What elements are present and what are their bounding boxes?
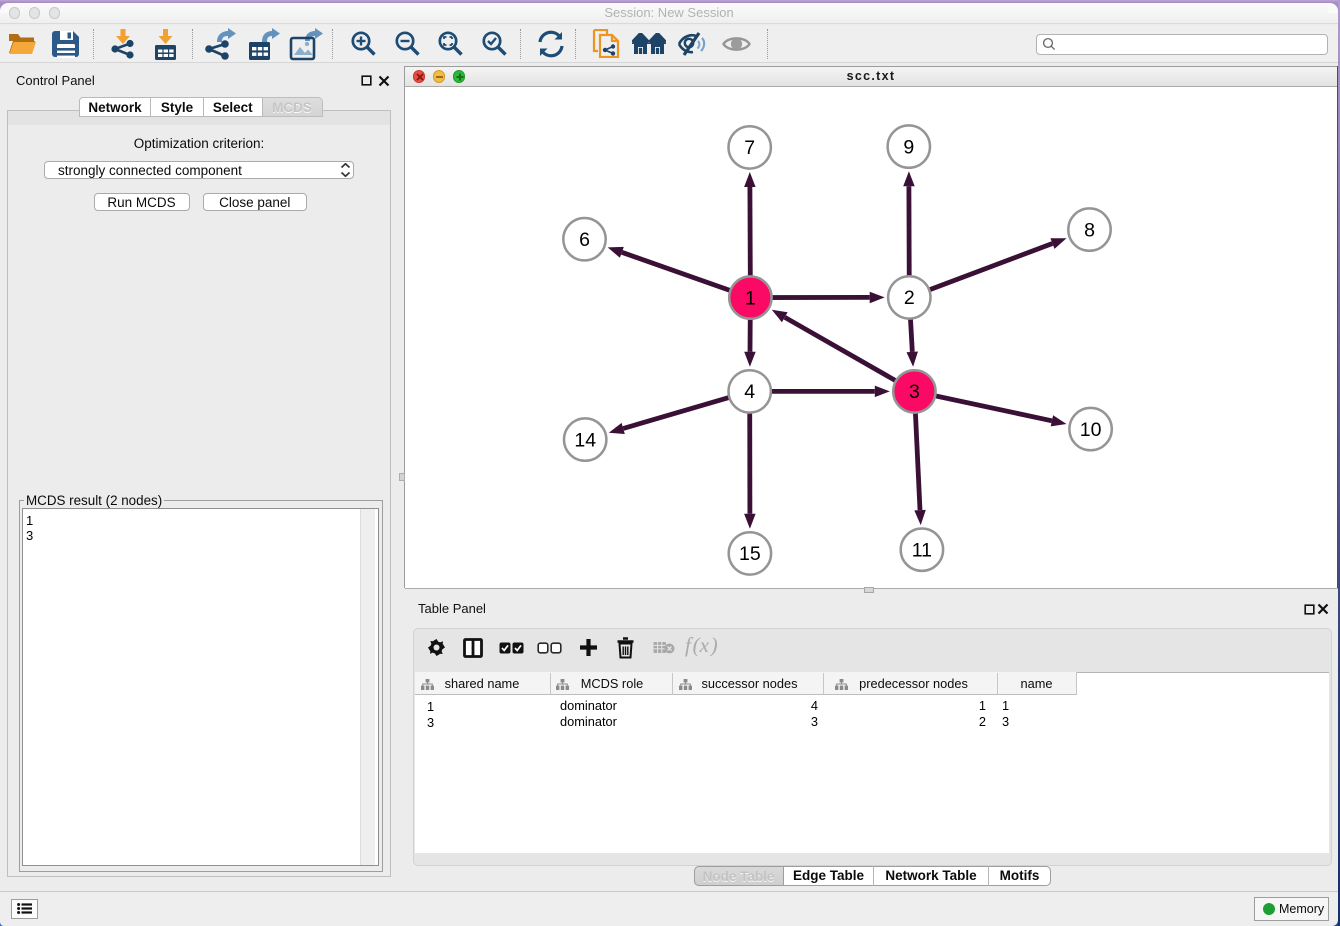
svg-text:10: 10: [1080, 418, 1102, 440]
svg-text:11: 11: [912, 539, 932, 561]
svg-text:15: 15: [739, 543, 761, 565]
svg-text:6: 6: [579, 229, 590, 251]
svg-text:14: 14: [574, 429, 596, 451]
svg-text:2: 2: [904, 287, 915, 309]
svg-text:1: 1: [745, 287, 756, 309]
svg-text:7: 7: [744, 137, 755, 159]
svg-text:4: 4: [744, 381, 755, 403]
svg-text:9: 9: [903, 136, 914, 158]
svg-text:8: 8: [1084, 219, 1095, 241]
svg-text:3: 3: [909, 381, 920, 403]
